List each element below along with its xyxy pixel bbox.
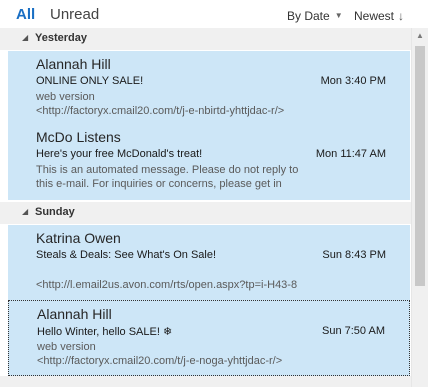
message-sender: McDo Listens [36,129,121,145]
scroll-up-arrow-icon[interactable]: ▲ [412,28,428,44]
message-sender: Katrina Owen [36,230,121,246]
message-preview-line1: web version [36,91,95,103]
mail-list-toolbar: All Unread By Date ▼ Newest ↓ [0,0,428,28]
message-preview-line1: web version [37,341,96,353]
message-item-selected[interactable]: Alannah Hill Hello Winter, hello SALE! ❄… [8,300,410,376]
message-item[interactable]: Katrina Owen Steals & Deals: See What's … [8,225,410,301]
scroll-thumb[interactable] [415,46,425,286]
message-sender: Alannah Hill [37,306,112,322]
message-date: Mon 11:47 AM [315,148,386,160]
sort-by-dropdown[interactable]: By Date ▼ [287,9,343,23]
group-header-sunday[interactable]: ◢ Sunday [0,202,411,224]
caret-down-icon: ▼ [334,11,343,20]
group-title: Sunday [35,206,75,218]
vertical-scrollbar[interactable]: ▲ [411,28,428,387]
message-date: Mon 3:40 PM [320,75,386,87]
sort-by-label: By Date [287,9,330,23]
message-item[interactable]: McDo Listens Here's your free McDonald's… [8,124,410,200]
message-list: ◢ Yesterday Alannah Hill ONLINE ONLY SAL… [0,28,411,387]
message-sender: Alannah Hill [36,56,111,72]
message-subject: Steals & Deals: See What's On Sale! [36,249,217,261]
collapse-triangle-icon[interactable]: ◢ [22,207,28,216]
message-subject: Here's your free McDonald's treat! [36,148,203,160]
message-date: Sun 7:50 AM [322,325,385,337]
message-preview-line2: <http://factoryx.cmail20.com/t/j-e-noga-… [37,355,283,367]
tab-unread[interactable]: Unread [50,6,99,23]
collapse-triangle-icon[interactable]: ◢ [22,33,28,42]
message-preview-line2: <http://factoryx.cmail20.com/t/j-e-nbirt… [36,105,285,117]
message-subject: Hello Winter, hello SALE! ❄ [37,326,173,338]
message-subject: ONLINE ONLY SALE! [36,75,144,87]
message-preview-line1: This is an automated message. Please do … [36,164,299,176]
tab-all[interactable]: All [16,6,35,23]
sort-order-label: Newest [354,9,395,23]
message-item[interactable]: Alannah Hill ONLINE ONLY SALE! Mon 3:40 … [8,51,410,127]
group-title: Yesterday [35,32,87,44]
arrow-down-icon: ↓ [398,9,405,23]
sort-order-toggle[interactable]: Newest ↓ [354,9,404,23]
message-preview-line2: <http://l.email2us.avon.com/rts/open.asp… [36,279,298,291]
message-date: Sun 8:43 PM [322,249,386,261]
next-group-header-partial [0,376,411,387]
group-header-yesterday[interactable]: ◢ Yesterday [0,28,411,50]
message-preview-line2: this e-mail. For inquiries or concerns, … [36,178,282,190]
